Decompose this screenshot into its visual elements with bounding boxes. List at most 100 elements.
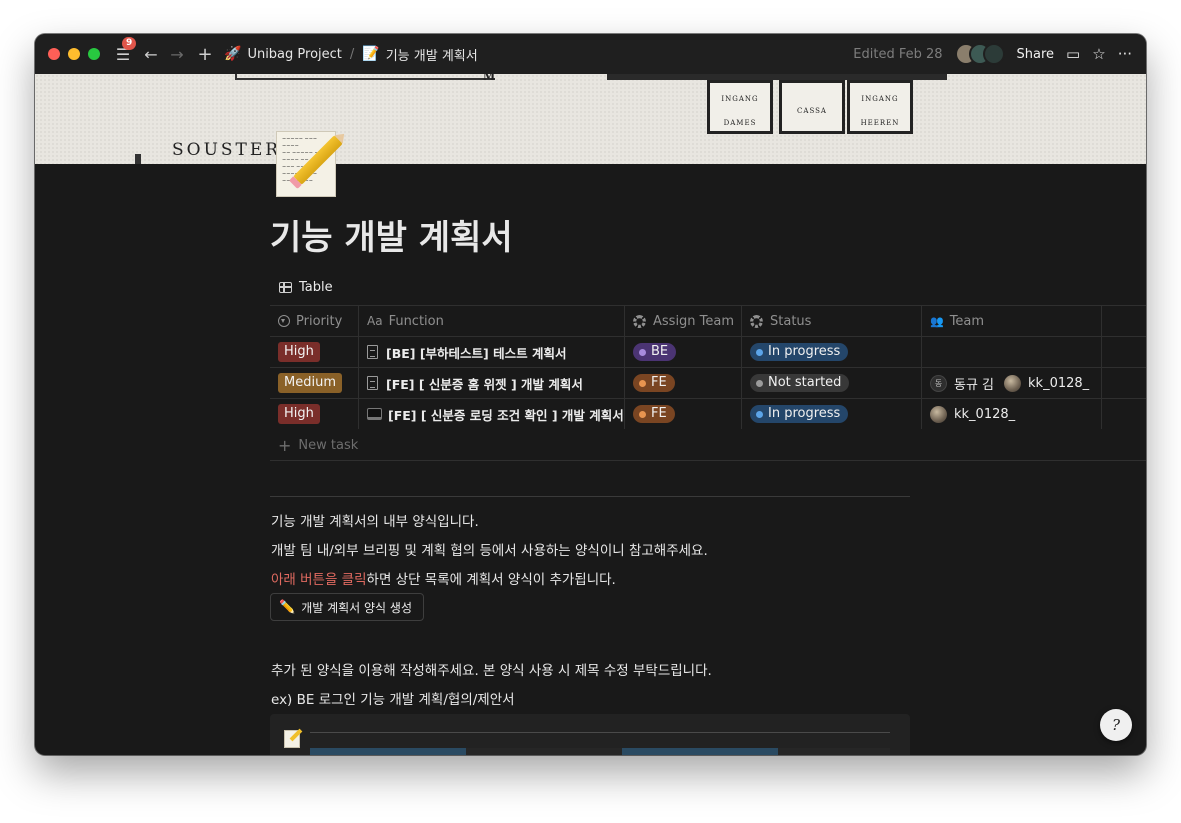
breadcrumb-page[interactable]: 기능 개발 계획서 [386,45,478,64]
paragraph[interactable]: 기능 개발 계획서의 내부 양식입니다. [271,510,479,530]
page-cover[interactable]: M SOUSTER INGANG DAMES CASSA INGANG HEER… [35,74,1146,164]
column-header-priority[interactable]: Priority [270,306,359,336]
team-cell[interactable]: 동 동규 김 kk_0128_ [922,368,1102,398]
priority-cell[interactable]: High [270,399,359,429]
template-preview-block[interactable] [270,714,910,755]
highlight-text: 아래 버튼을 클릭 [271,572,367,588]
person-chip[interactable]: 동 동규 김 [930,374,994,393]
table-row[interactable]: High [BE] [부하테스트] 테스트 계획서 BE In progress [270,336,1146,367]
assign-team-cell[interactable]: FE [625,399,742,429]
rocket-icon: 🚀 [224,46,242,62]
floorplan-room: INGANG HEEREN [847,80,913,134]
table-row[interactable]: Medium [FE] [ 신분증 홈 위젯 ] 개발 계획서 FE Not s… [270,367,1146,398]
more-icon[interactable]: ··· [1118,45,1132,63]
person-name: 동규 김 [954,377,995,393]
function-title[interactable]: [FE] [ 신분증 홈 위젯 ] 개발 계획서 [386,374,583,393]
document-icon [367,345,378,359]
comment-icon[interactable]: ▭ [1066,45,1080,63]
cover-letter-m: M [483,74,496,83]
column-header-assign-team[interactable]: Assign Team [625,306,742,336]
zoom-window-button[interactable] [88,48,100,60]
collaborator-avatars[interactable] [954,43,1005,65]
assign-team-cell[interactable]: FE [625,368,742,398]
priority-tag: High [278,342,320,362]
breadcrumb: 🚀 Unibag Project / 📝 기능 개발 계획서 [224,45,478,64]
memo-pencil-icon[interactable]: ~~~~~ ~~~ ~~~~ ~~ ~~~~~ ~~ ~~~~ ~~ ~~~~ ~~~… [276,131,343,197]
table-header: Priority Aa Function Assign Team Status … [270,305,1146,336]
paragraph[interactable]: ex) BE 로그인 기능 개발 계획/협의/제안서 [271,688,515,708]
column-header-team[interactable]: 👥 Team [922,306,1102,336]
app-window: ☰ 9 ← → + 🚀 Unibag Project / 📝 기능 개발 계획서… [35,34,1146,755]
preview-table-header [310,748,466,755]
tab-table-view[interactable]: Table [279,280,333,295]
status-cell[interactable]: In progress [742,337,922,367]
select-property-icon [278,315,290,327]
edited-timestamp[interactable]: Edited Feb 28 [853,47,942,62]
paragraph[interactable]: 개발 팀 내/외부 브리핑 및 계획 협의 등에서 사용하는 양식이니 참고해주… [271,539,708,559]
page-title[interactable]: 기능 개발 계획서 [270,210,513,259]
avatar [1004,374,1022,392]
minimize-window-button[interactable] [68,48,80,60]
floorplan-room: INGANG DAMES [707,80,773,134]
window-controls [48,48,100,60]
status-label: Not started [768,375,842,390]
title-property-icon: Aa [367,314,383,328]
preview-table-header [466,748,622,755]
status-dot [756,348,763,356]
tab-table-label: Table [299,280,333,295]
plus-icon[interactable]: + [194,44,216,65]
status-cell[interactable]: Not started [742,368,922,398]
cover-mark [135,154,141,164]
breadcrumb-project[interactable]: Unibag Project [247,47,341,62]
room-label: DAMES [723,119,757,127]
priority-cell[interactable]: Medium [270,368,359,398]
preview-table-header [622,748,778,755]
column-label: Function [388,313,444,329]
function-cell[interactable]: [FE] [ 신분증 로딩 조건 확인 ] 개발 계획서 [359,399,625,429]
function-cell[interactable]: [FE] [ 신분증 홈 위젯 ] 개발 계획서 [359,368,625,398]
column-header-status[interactable]: Status [742,306,922,336]
new-task-label: New task [298,438,359,453]
empty-cell[interactable] [1102,337,1146,367]
avatar[interactable] [982,43,1005,65]
function-title[interactable]: [BE] [부하테스트] 테스트 계획서 [386,343,566,362]
column-header-empty[interactable] [1102,306,1146,336]
team-cell[interactable]: kk_0128_ [922,399,1102,429]
paragraph-text: 하면 상단 목록에 계획서 양식이 추가됩니다. [366,572,616,588]
status-cell[interactable]: In progress [742,399,922,429]
star-icon[interactable]: ☆ [1092,45,1105,63]
table-row[interactable]: High [FE] [ 신분증 로딩 조건 확인 ] 개발 계획서 FE In … [270,398,1146,429]
team-tag-label: BE [651,344,669,359]
paragraph[interactable]: 아래 버튼을 클릭하면 상단 목록에 계획서 양식이 추가됩니다. [271,568,616,588]
room-label: INGANG [721,95,759,103]
function-cell[interactable]: [BE] [부하테스트] 테스트 계획서 [359,337,625,367]
breadcrumb-separator: / [349,46,355,62]
template-button[interactable]: ✏️ 개발 계획서 양식 생성 [270,593,424,621]
column-header-function[interactable]: Aa Function [359,306,625,336]
status-label: In progress [768,406,841,421]
close-window-button[interactable] [48,48,60,60]
sidebar-menu-icon[interactable]: ☰ 9 [112,36,137,64]
function-title[interactable]: [FE] [ 신분증 로딩 조건 확인 ] 개발 계획서 [388,405,624,424]
assign-team-cell[interactable]: BE [625,337,742,367]
document-icon [367,376,378,390]
person-chip[interactable]: kk_0128_ [930,405,1015,423]
team-cell[interactable] [922,337,1102,367]
help-button[interactable]: ? [1100,709,1132,741]
new-task-button[interactable]: + New task [278,436,358,455]
share-button[interactable]: Share [1017,47,1055,62]
paragraph[interactable]: 추가 된 양식을 이용해 작성해주세요. 본 양식 사용 시 제목 수정 부탁드… [271,659,712,679]
priority-cell[interactable]: High [270,337,359,367]
back-arrow-icon[interactable]: ← [140,45,162,64]
pencil-icon: ✏️ [279,599,296,615]
empty-cell[interactable] [1102,368,1146,398]
title-bar: ☰ 9 ← → + 🚀 Unibag Project / 📝 기능 개발 계획서… [35,34,1146,74]
cover-souster-text: SOUSTER [172,140,282,160]
avatar [930,405,947,423]
cover-floorplan: INGANG DAMES CASSA INGANG HEEREN [607,74,947,146]
empty-cell[interactable] [1102,399,1146,429]
forward-arrow-icon[interactable]: → [166,45,188,64]
database-table: Priority Aa Function Assign Team Status … [270,305,1146,429]
status-badge: In progress [750,405,849,423]
person-chip[interactable]: kk_0128_ [1004,374,1089,392]
